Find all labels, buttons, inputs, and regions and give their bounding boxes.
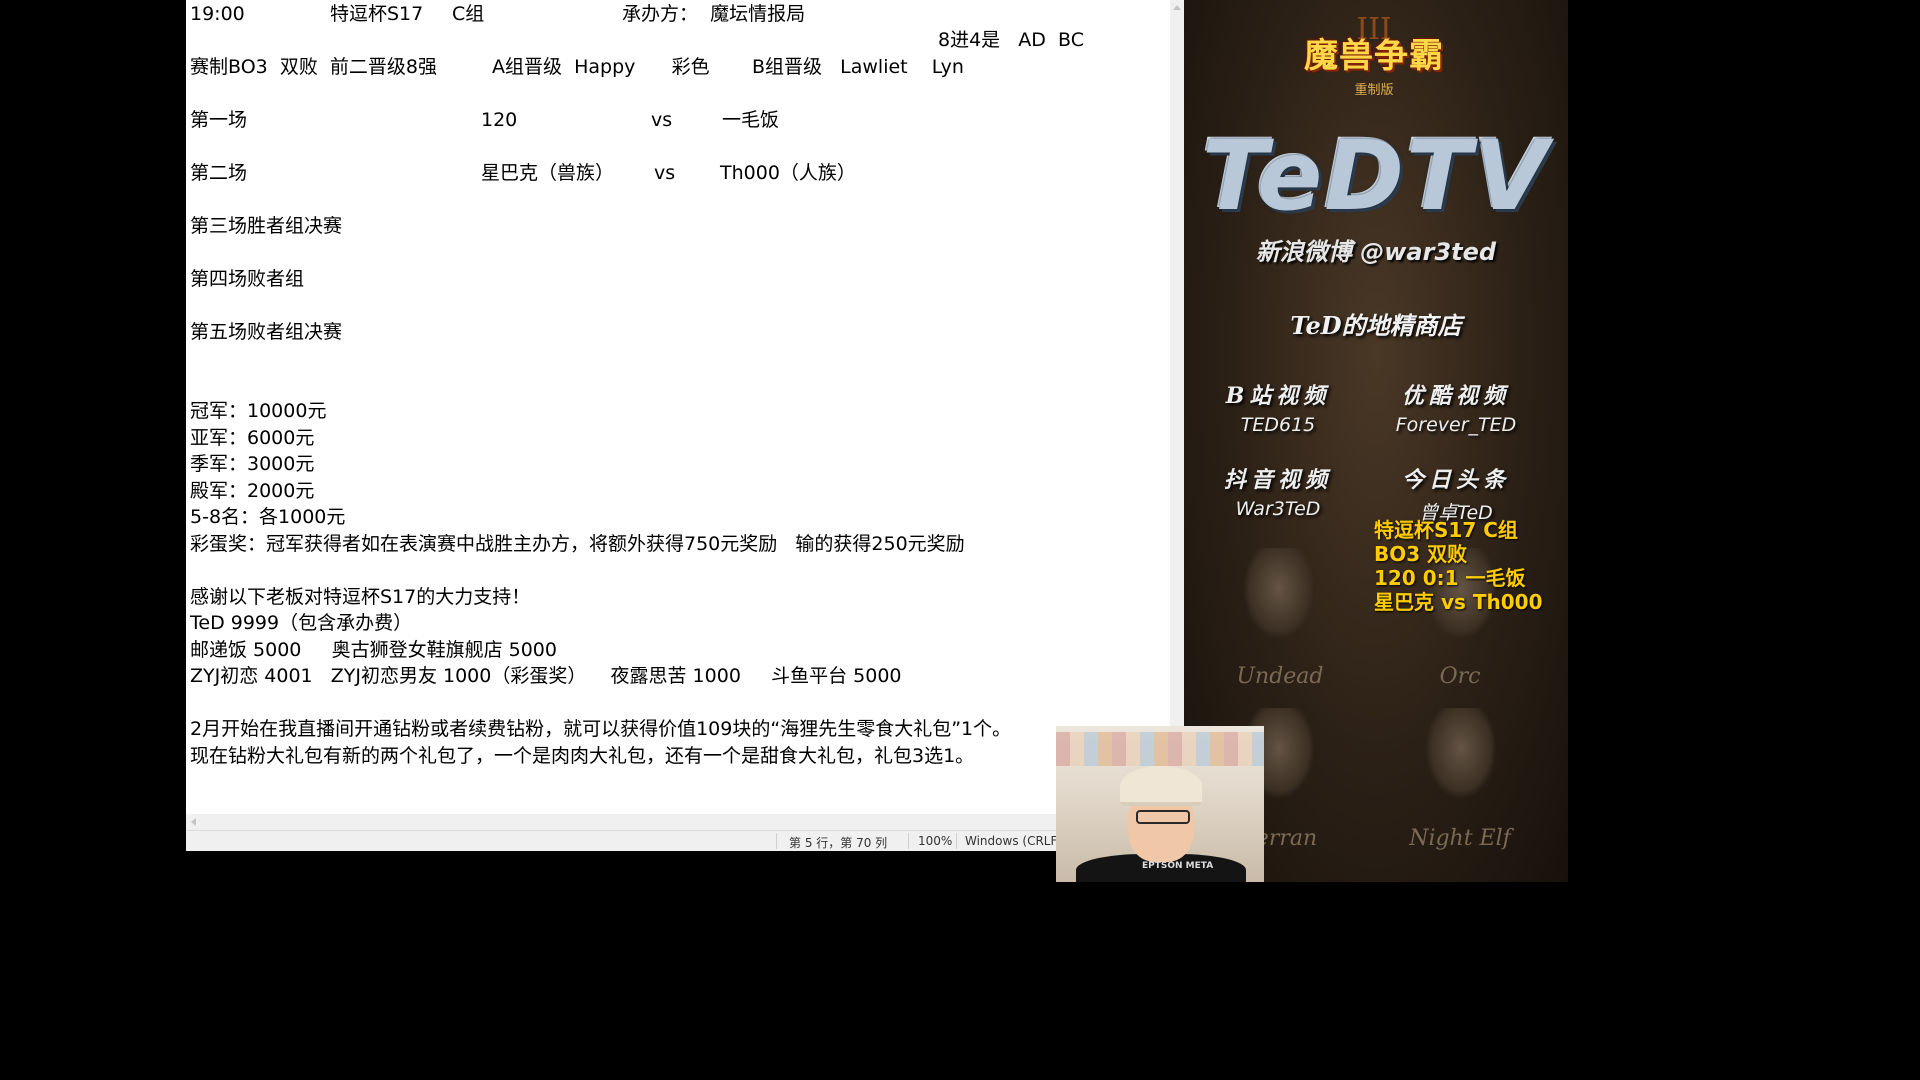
cursor-position: 第 5 行，第 70 列 xyxy=(789,836,888,850)
video-heading: 抖音视频 xyxy=(1223,467,1332,493)
toutiao-video: 今日头条 曾卓TeD xyxy=(1366,462,1546,525)
prize-5-8: 5-8名：各1000元 xyxy=(190,506,346,528)
video-id: War3TeD xyxy=(1235,498,1321,520)
video-heading: 今日头条 xyxy=(1401,467,1510,493)
youku-video: 优酷视频 Forever_TED xyxy=(1366,378,1546,436)
cat-bunting-decoration xyxy=(1056,732,1264,766)
line-group-b: B组晋级 Lawliet Lyn xyxy=(752,56,964,78)
video-id: Forever_TED xyxy=(1395,414,1517,436)
notepad-window: 19:00 特逗杯S17 C组 承办方： 魔坛情报局 8进4是 AD BC 赛制… xyxy=(186,0,1184,851)
race-label-orc: Orc xyxy=(1439,664,1481,689)
douyin-video: 抖音视频 War3TeD xyxy=(1188,462,1368,520)
thanks-line: 感谢以下老板对特逗杯S17的大力支持！ xyxy=(190,586,531,608)
line-group: C组 xyxy=(452,3,485,25)
line-group-a: A组晋级 Happy 彩色 xyxy=(492,56,710,78)
line-cup: 特逗杯S17 xyxy=(330,3,424,25)
match5: 第五场败者组决赛 xyxy=(190,321,343,343)
video-heading: 优酷视频 xyxy=(1401,383,1510,409)
prize-bonus: 彩蛋奖：冠军获得者如在表演赛中战胜主办方，将额外获得750元奖励 输的获得250… xyxy=(190,533,965,555)
streamer-cap xyxy=(1120,766,1202,806)
fan-promo-line-1: 2月开始在我直播间开通钻粉或者续费钻粉，就可以获得价值109块的“海狸先生零食大… xyxy=(190,718,1012,740)
match1-player2: 一毛饭 xyxy=(722,109,780,131)
weibo-handle: 新浪微博 @war3ted xyxy=(1255,238,1497,266)
prize-4th: 殿军：2000元 xyxy=(190,480,315,502)
race-label-nightelf: Night Elf xyxy=(1409,826,1511,851)
text-editor[interactable]: 19:00 特逗杯S17 C组 承办方： 魔坛情报局 8进4是 AD BC 赛制… xyxy=(186,0,1170,814)
match4: 第四场败者组 xyxy=(190,268,305,290)
line-ending: Windows (CRLF) xyxy=(965,834,1063,848)
match1-player1: 120 xyxy=(481,109,518,131)
match1-label: 第一场 xyxy=(190,109,248,131)
sponsor-line-1: TeD 9999（包含承办费） xyxy=(190,612,413,634)
shirt-print: EPTSON META xyxy=(1142,861,1214,871)
scroll-up-icon[interactable] xyxy=(1173,5,1181,10)
line-host: 承办方： 魔坛情报局 xyxy=(622,3,806,25)
status-divider xyxy=(908,833,909,849)
bilibili-video: B站视频 TED615 xyxy=(1188,378,1368,436)
horizontal-scrollbar[interactable] xyxy=(186,814,1170,830)
line-semis: 8进4是 AD BC xyxy=(938,29,1084,51)
race-label-undead: Undead xyxy=(1236,664,1324,689)
status-divider xyxy=(776,833,777,849)
prize-3rd: 季军：3000元 xyxy=(190,453,315,475)
prize-2nd: 亚军：6000元 xyxy=(190,427,315,449)
warcraft3-logo: III 魔兽争霸 重制版 xyxy=(1294,12,1454,108)
match1-vs: vs xyxy=(651,109,673,131)
match2-vs: vs xyxy=(654,162,676,184)
streamer-glasses xyxy=(1136,810,1190,824)
undead-crest-icon xyxy=(1244,548,1314,638)
shop-title: TeD的地精商店 xyxy=(1290,311,1462,340)
webcam-feed: EPTSON META xyxy=(1056,726,1264,882)
match2-player2: Th000（人族） xyxy=(720,162,856,184)
match-score-overlay: 特逗杯S17 C组 BO3 双败 120 0:1 一毛饭 星巴克 vs Th00… xyxy=(1374,518,1564,614)
overlay-line-next: 星巴克 vs Th000 xyxy=(1374,590,1543,614)
status-bar: 第 5 行，第 70 列 100% Windows (CRLF) xyxy=(186,830,1184,851)
vertical-scrollbar[interactable] xyxy=(1170,0,1184,814)
match3: 第三场胜者组决赛 xyxy=(190,215,343,237)
status-divider xyxy=(956,833,957,849)
logo-subtitle: 重制版 xyxy=(1354,83,1394,98)
overlay-line-score: 120 0:1 一毛饭 xyxy=(1374,566,1526,590)
line-time: 19:00 xyxy=(190,3,245,25)
video-heading: B站视频 xyxy=(1225,383,1331,409)
zoom-level: 100% xyxy=(918,834,953,848)
tedtv-logo: TeDTV xyxy=(1202,120,1550,232)
prize-1st: 冠军：10000元 xyxy=(190,400,327,422)
match2-label: 第二场 xyxy=(190,162,248,184)
fan-promo-line-2: 现在钻粉大礼包有新的两个礼包了，一个是肉肉大礼包，还有一个是甜食大礼包，礼包3选… xyxy=(190,745,975,767)
match2-player1: 星巴克（兽族） xyxy=(481,162,615,184)
sponsor-line-3: ZYJ初恋 4001 ZYJ初恋男友 1000（彩蛋奖） 夜露思苦 1000 斗… xyxy=(190,665,902,687)
overlay-line-event: 特逗杯S17 C组 xyxy=(1374,518,1518,542)
sponsor-line-2: 邮递饭 5000 奥古狮登女鞋旗舰店 5000 xyxy=(190,639,557,661)
video-id: TED615 xyxy=(1240,414,1316,436)
overlay-line-format: BO3 双败 xyxy=(1374,542,1468,566)
logo-roman-numeral: III xyxy=(1356,12,1392,47)
nightelf-crest-icon xyxy=(1426,708,1496,798)
line-format: 赛制BO3 双败 前二晋级8强 xyxy=(190,56,437,78)
scroll-left-icon[interactable] xyxy=(191,818,196,826)
